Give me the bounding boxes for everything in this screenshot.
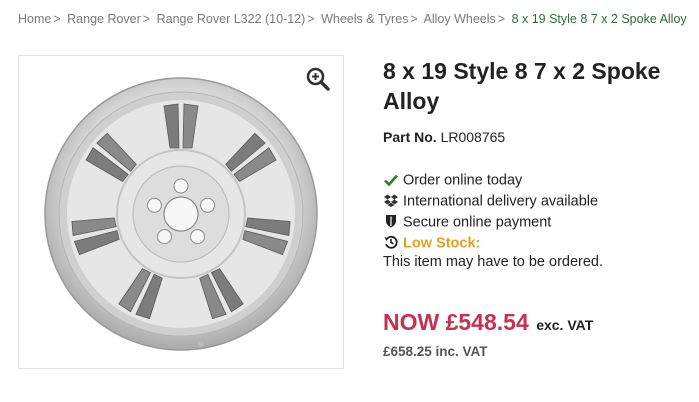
stock-note: This item may have to be ordered.	[383, 254, 604, 270]
feature-item: Low Stock:	[383, 233, 598, 254]
breadcrumb-separator: >	[497, 12, 506, 26]
breadcrumb-separator: >	[307, 12, 315, 26]
breadcrumb-range-rover-l322[interactable]: Range Rover L322 (10-12)	[157, 12, 306, 26]
part-number-label: Part No.	[383, 129, 437, 145]
history-icon	[383, 233, 398, 254]
breadcrumb-separator: >	[53, 12, 61, 26]
feature-item: Secure online payment	[383, 212, 598, 233]
feature-text: Secure online payment	[403, 214, 552, 231]
breadcrumb-separator: >	[142, 12, 151, 26]
feature-text: International delivery available	[403, 193, 599, 210]
part-number: Part No. LR008765	[383, 129, 505, 145]
part-number-value: LR008765	[440, 129, 506, 145]
now-price: NOW £548.54	[383, 309, 529, 335]
dropbox-icon	[383, 191, 398, 212]
feature-list: Order online today International deliver…	[383, 170, 598, 254]
alloy-wheel-image	[44, 77, 318, 351]
check-icon	[383, 170, 398, 191]
shield-icon	[383, 212, 398, 233]
breadcrumb: Home > Range Rover > Range Rover L322 (10-…	[18, 12, 687, 26]
breadcrumb-range-rover[interactable]: Range Rover	[67, 12, 141, 26]
feature-item: Order online today	[383, 170, 598, 191]
product-title: 8 x 19 Style 8 7 x 2 Spoke Alloy	[383, 58, 661, 114]
price-block: NOW £548.54 exc. VAT	[383, 309, 593, 336]
breadcrumb-separator: >	[410, 12, 418, 26]
feature-item: International delivery available	[383, 191, 598, 212]
breadcrumb-alloy-wheels[interactable]: Alloy Wheels	[424, 12, 496, 26]
product-image-container[interactable]	[18, 55, 344, 369]
feature-text: Order online today	[403, 172, 523, 189]
breadcrumb-current: 8 x 19 Style 8 7 x 2 Spoke Alloy	[511, 12, 687, 26]
breadcrumb-home[interactable]: Home	[18, 12, 51, 26]
low-stock-label: Low Stock:	[403, 235, 481, 252]
inc-vat-price: £658.25 inc. VAT	[383, 344, 488, 359]
breadcrumb-wheels-tyres[interactable]: Wheels & Tyres	[321, 12, 408, 26]
ex-vat-label: exc. VAT	[536, 317, 594, 333]
